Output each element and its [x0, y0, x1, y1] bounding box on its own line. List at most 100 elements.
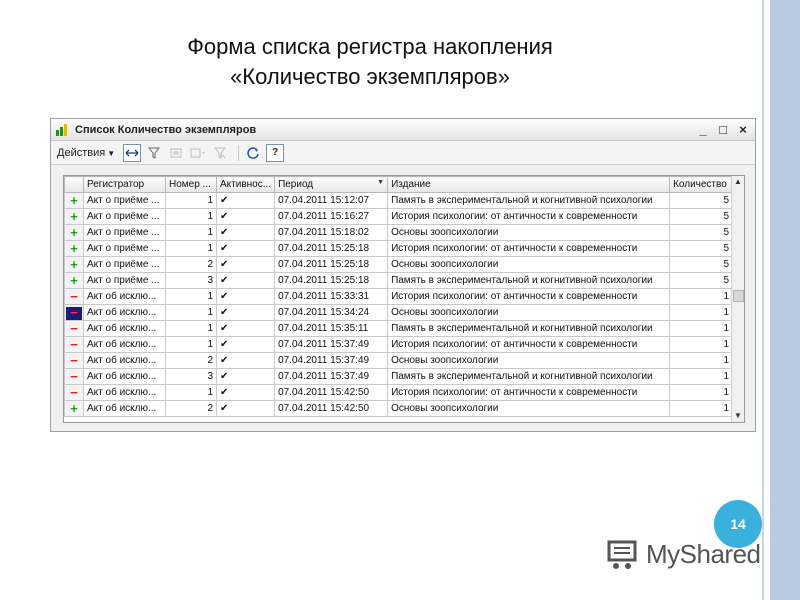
cell-quantity: 1: [669, 352, 734, 369]
window-titlebar[interactable]: Список Количество экземпляров _ □ ×: [51, 119, 755, 141]
filter-list-button[interactable]: [167, 144, 185, 162]
cell-active: ✔: [215, 336, 276, 353]
cell-edition: Память в экспериментальной и когнитивной…: [387, 272, 671, 289]
close-button[interactable]: ×: [735, 122, 751, 138]
expense-minus-icon: −: [70, 369, 78, 384]
cell-registrar: Акт о приёме ...: [83, 224, 166, 241]
table-row[interactable]: − Акт об исклю... 1 ✔ 07.04.2011 15:37:49 Ист…: [64, 336, 734, 353]
vertical-scrollbar[interactable]: ▲ ▼: [731, 176, 744, 422]
cell-active: ✔: [215, 192, 276, 209]
column-header-period[interactable]: Период ▼: [274, 176, 389, 193]
receipt-plus-icon: +: [70, 257, 78, 272]
cell-period: 07.04.2011 15:37:49: [274, 368, 389, 385]
cell-edition: Основы зоопсихологии: [387, 256, 671, 273]
sort-descending-icon: ▼: [377, 179, 385, 186]
cell-active: ✔: [215, 304, 276, 321]
cell-edition: Основы зоопсихологии: [387, 352, 671, 369]
cell-period: 07.04.2011 15:25:18: [274, 240, 389, 257]
row-type-cell: +: [64, 224, 84, 241]
cell-registrar: Акт об исклю...: [83, 352, 166, 369]
row-type-cell: −: [64, 288, 84, 305]
table-row[interactable]: − Акт об исклю... 3 ✔ 07.04.2011 15:37:49 Пам…: [64, 368, 734, 385]
table-row[interactable]: + Акт о приёме ... 1 ✔ 07.04.2011 15:16:27 Ис…: [64, 208, 734, 225]
column-header-icon[interactable]: [64, 176, 84, 193]
window-title: Список Количество экземпляров: [75, 123, 257, 136]
filter-icon: [148, 147, 161, 159]
cell-quantity: 5: [669, 224, 734, 241]
cell-active: ✔: [215, 240, 276, 257]
cell-active: ✔: [215, 288, 276, 305]
table-row[interactable]: + Акт об исклю... 2 ✔ 07.04.2011 15:42:50 Осн…: [64, 400, 734, 417]
cell-number: 3: [165, 368, 217, 385]
scrollbar-thumb[interactable]: [733, 290, 744, 302]
range-period-button[interactable]: [123, 143, 142, 162]
checkmark-icon: ✔: [220, 403, 229, 414]
column-header-quantity[interactable]: Количество: [669, 176, 734, 193]
refresh-icon: [247, 146, 259, 159]
column-header-edition[interactable]: Издание: [387, 176, 671, 193]
cell-active: ✔: [215, 256, 276, 273]
cell-quantity: 5: [669, 208, 734, 225]
receipt-plus-icon: +: [70, 193, 78, 208]
table-body: + Акт о приёме ... 1 ✔ 07.04.2011 15:12:07 Па…: [64, 192, 734, 417]
table-row[interactable]: − Акт об исклю... 1 ✔ 07.04.2011 15:35:11 Пам…: [64, 320, 734, 337]
table-row[interactable]: − Акт об исклю... 1 ✔ 07.04.2011 15:34:24 Осн…: [64, 304, 734, 321]
cell-edition: История психологии: от античности к совр…: [387, 240, 671, 257]
cell-number: 1: [165, 304, 217, 321]
column-header-number[interactable]: Номер ...: [165, 176, 217, 193]
row-type-cell: +: [64, 256, 84, 273]
cell-registrar: Акт о приёме ...: [83, 272, 166, 289]
cell-registrar: Акт об исклю...: [83, 368, 166, 385]
cell-registrar: Акт об исклю...: [83, 304, 166, 321]
cell-active: ✔: [215, 320, 276, 337]
actions-menu-label: Действия: [57, 146, 106, 159]
cell-number: 1: [165, 208, 217, 225]
row-type-cell: −: [64, 320, 84, 337]
table-row[interactable]: − Акт об исклю... 2 ✔ 07.04.2011 15:37:49 Осн…: [64, 352, 734, 369]
maximize-button[interactable]: □: [715, 122, 731, 138]
receipt-plus-icon: +: [70, 401, 78, 416]
cell-edition: История психологии: от античности к совр…: [387, 384, 671, 401]
table-row[interactable]: − Акт об исклю... 1 ✔ 07.04.2011 15:33:31 Ист…: [64, 288, 734, 305]
filter-history-button[interactable]: [189, 144, 207, 162]
cell-quantity: 1: [669, 288, 734, 305]
cell-registrar: Акт об исклю...: [83, 400, 166, 417]
actions-menu-button[interactable]: Действия ▼: [57, 147, 115, 159]
table-row[interactable]: + Акт о приёме ... 1 ✔ 07.04.2011 15:25:18 Ис…: [64, 240, 734, 257]
cell-registrar: Акт об исклю...: [83, 288, 166, 305]
chevron-down-icon: ▼: [107, 148, 116, 158]
register-list-window: Список Количество экземпляров _ □ × Дейс…: [50, 118, 756, 432]
clear-filter-button[interactable]: [211, 144, 229, 162]
cell-quantity: 1: [669, 368, 734, 385]
table-row[interactable]: + Акт о приёме ... 1 ✔ 07.04.2011 15:12:07 Па…: [64, 192, 734, 209]
column-header-active[interactable]: Активнос...: [215, 176, 276, 193]
table-row[interactable]: + Акт о приёме ... 3 ✔ 07.04.2011 15:25:18 Па…: [64, 272, 734, 289]
scroll-up-icon[interactable]: ▲: [732, 176, 744, 188]
cell-registrar: Акт о приёме ...: [83, 192, 166, 209]
column-header-registrar[interactable]: Регистратор: [83, 176, 166, 193]
cell-edition: История психологии: от античности к совр…: [387, 208, 671, 225]
table-row[interactable]: + Акт о приёме ... 1 ✔ 07.04.2011 15:18:02 Ос…: [64, 224, 734, 241]
minimize-button[interactable]: _: [695, 122, 711, 138]
slide-title-line2: «Количество экземпляров»: [230, 64, 510, 89]
scroll-down-icon[interactable]: ▼: [732, 410, 744, 422]
cart-icon: [607, 540, 637, 569]
cell-quantity: 5: [669, 256, 734, 273]
checkmark-icon: ✔: [220, 307, 229, 318]
cell-period: 07.04.2011 15:35:11: [274, 320, 389, 337]
cell-edition: Память в экспериментальной и когнитивной…: [387, 368, 671, 385]
cell-number: 1: [165, 240, 217, 257]
register-table-container[interactable]: Регистратор Номер ... Активнос... Период…: [63, 175, 745, 423]
cell-registrar: Акт об исклю...: [83, 384, 166, 401]
cell-number: 1: [165, 384, 217, 401]
cell-quantity: 5: [669, 272, 734, 289]
expense-minus-icon: −: [70, 321, 78, 336]
receipt-plus-icon: +: [70, 273, 78, 288]
table-row[interactable]: + Акт о приёме ... 2 ✔ 07.04.2011 15:25:18 Ос…: [64, 256, 734, 273]
row-type-cell: −: [64, 304, 84, 321]
filter-button[interactable]: [145, 144, 163, 162]
cell-registrar: Акт об исклю...: [83, 336, 166, 353]
table-row[interactable]: − Акт об исклю... 1 ✔ 07.04.2011 15:42:50 Ист…: [64, 384, 734, 401]
help-button[interactable]: ?: [266, 143, 285, 162]
refresh-button[interactable]: [244, 144, 262, 162]
